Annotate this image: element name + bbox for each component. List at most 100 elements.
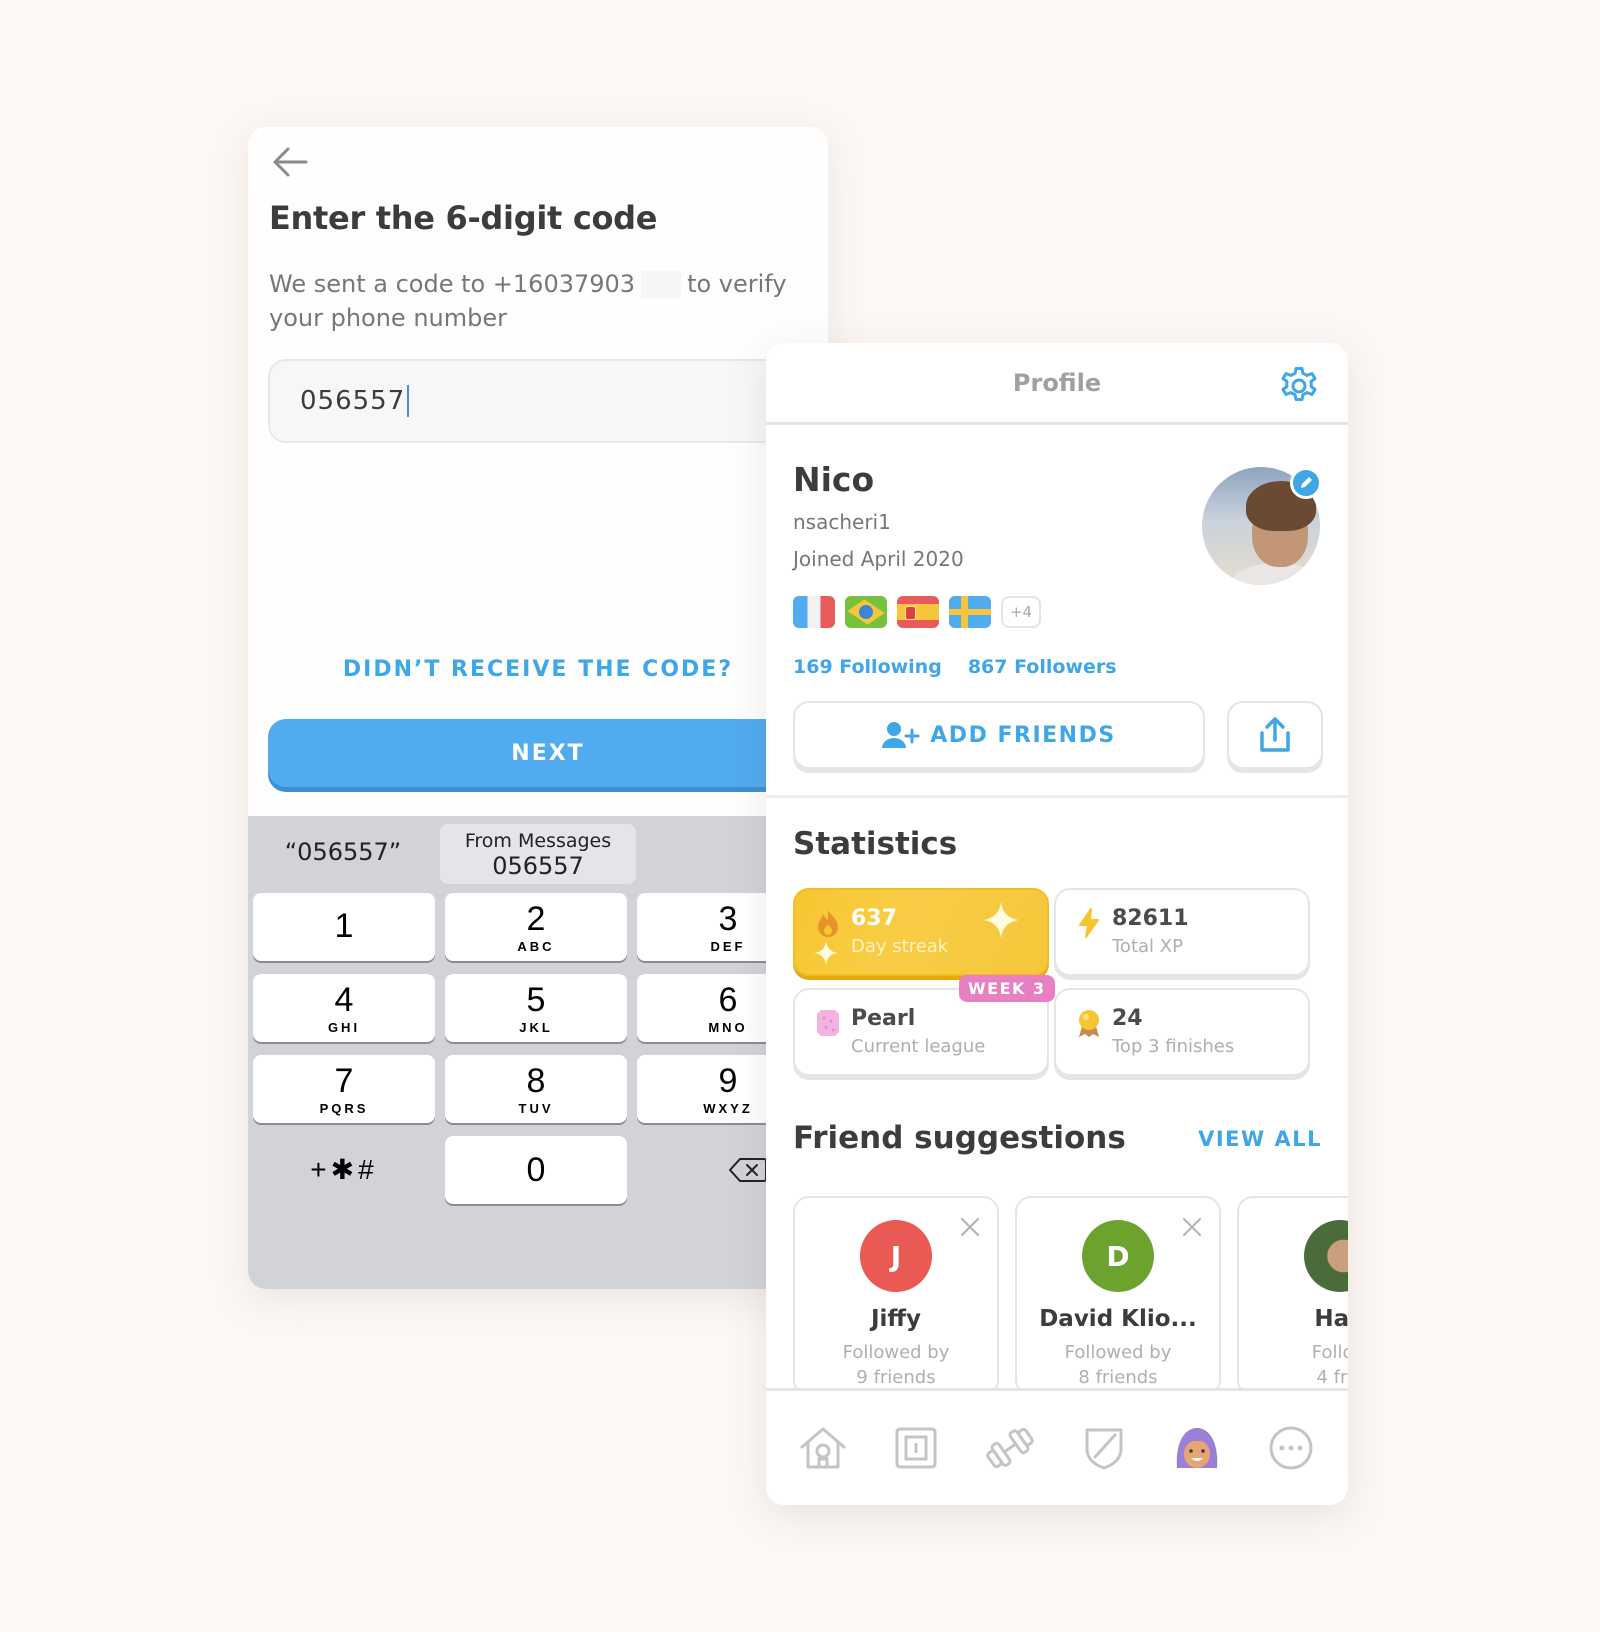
friend-suggestion-card[interactable]: J Jiffy Followed by 9 friends (793, 1196, 999, 1396)
stat-day-streak[interactable]: 637 Day streak (793, 888, 1049, 976)
add-friends-button[interactable]: ADD FRIENDS (793, 701, 1205, 769)
key-number: 5 (526, 980, 546, 1019)
view-all-link[interactable]: VIEW ALL (1198, 1127, 1322, 1151)
league-value: Pearl (851, 1006, 916, 1031)
close-icon[interactable] (959, 1216, 981, 1238)
flag-brazil-icon[interactable] (845, 596, 887, 628)
following-link[interactable]: 169 Following (793, 656, 942, 678)
lightning-icon (1079, 908, 1099, 938)
followers-link[interactable]: 867 Followers (968, 656, 1117, 678)
key-number: 3 (718, 899, 738, 938)
key-8[interactable]: 8 TUV (445, 1055, 627, 1123)
statistics-title: Statistics (793, 826, 958, 862)
key-number: 7 (334, 1061, 354, 1100)
key-1[interactable]: 1 (253, 893, 435, 961)
flag-sweden-icon[interactable] (949, 596, 991, 628)
xp-label: Total XP (1112, 936, 1183, 957)
code-input[interactable]: 056557 (268, 359, 828, 443)
add-person-icon (882, 722, 920, 748)
key-number: 8 (526, 1061, 546, 1100)
verification-screen: Enter the 6-digit code We sent a code to… (248, 127, 828, 1289)
close-icon[interactable] (1181, 1216, 1203, 1238)
edit-avatar-button[interactable] (1290, 467, 1322, 499)
next-button[interactable]: NEXT (268, 719, 828, 787)
flag-spain-icon[interactable] (897, 596, 939, 628)
key-letters: ABC (517, 938, 555, 954)
streak-label: Day streak (851, 936, 949, 957)
key-number: 0 (526, 1151, 546, 1189)
profile-header: Profile (766, 343, 1348, 425)
nav-tab-profile[interactable] (1169, 1420, 1225, 1476)
key-letters: GHI (327, 1019, 361, 1035)
header-title: Profile (1012, 369, 1102, 397)
suggestion-source: From Messages (464, 830, 612, 852)
nav-tab-practice[interactable] (982, 1420, 1038, 1476)
friend-suggestions-title: Friend suggestions (793, 1120, 1126, 1156)
key-number: 6 (718, 980, 738, 1019)
text-caret (407, 385, 410, 417)
profile-screen: Profile Nico nsacheri1 Joined April 2020… (766, 343, 1348, 1505)
key-7[interactable]: 7 PQRS (253, 1055, 435, 1123)
suggestion-code: 056557 (492, 852, 584, 880)
profile-name: Nico (793, 460, 875, 499)
mutuals-line-1: Follow (1311, 1342, 1348, 1363)
mutuals-line-2: 4 frie (1316, 1367, 1349, 1388)
friend-avatar-photo (1304, 1220, 1348, 1292)
keyboard-suggestion-quoted[interactable]: “056557” (248, 816, 438, 888)
stories-icon (895, 1427, 937, 1469)
backspace-icon (729, 1158, 767, 1182)
key-symbols[interactable]: +✱# (253, 1136, 435, 1204)
more-languages-badge[interactable]: +4 (1001, 596, 1041, 628)
mutuals-line-2: 9 friends (856, 1367, 936, 1388)
shield-icon (1085, 1428, 1123, 1470)
keyboard-suggestion-from-messages[interactable]: From Messages 056557 (440, 824, 636, 884)
profile-username: nsacheri1 (793, 510, 891, 534)
friend-mutuals: Followed by 8 friends (1017, 1340, 1219, 1390)
friend-avatar: D (1082, 1220, 1154, 1292)
back-arrow-icon[interactable] (270, 145, 310, 179)
friend-mutuals: Followed by 9 friends (795, 1340, 997, 1390)
friend-name: Han (1314, 1306, 1348, 1332)
top3-label: Top 3 finishes (1112, 1036, 1235, 1057)
mutuals-line-2: 8 friends (1078, 1367, 1158, 1388)
week-badge: WEEK 3 (959, 975, 1055, 1002)
xp-value: 82611 (1112, 906, 1189, 931)
redacted-digits (641, 271, 682, 299)
friend-mutuals: Follow 4 frie (1239, 1340, 1348, 1390)
stat-total-xp[interactable]: 82611 Total XP (1054, 888, 1310, 976)
friend-suggestion-card[interactable]: D David Klio... Followed by 8 friends (1015, 1196, 1221, 1396)
nav-tab-more[interactable] (1263, 1420, 1319, 1476)
friend-suggestion-card[interactable]: Han Follow 4 frie (1237, 1196, 1348, 1396)
stat-top3-finishes[interactable]: 24 Top 3 finishes (1054, 988, 1310, 1076)
share-profile-button[interactable] (1227, 701, 1323, 769)
nav-tab-home[interactable] (795, 1420, 851, 1476)
resend-code-link[interactable]: DIDN’T RECEIVE THE CODE? (248, 657, 828, 682)
streak-value: 637 (851, 906, 897, 931)
top3-value: 24 (1112, 1006, 1143, 1031)
friend-name: David Klio... (1039, 1306, 1197, 1332)
desc-prefix: We sent a code to +16037903 (269, 270, 636, 298)
add-friends-label: ADD FRIENDS (930, 722, 1116, 748)
sparkle-small-icon (814, 941, 838, 965)
friend-avatar: J (860, 1220, 932, 1292)
pearl-league-icon (817, 1010, 839, 1036)
key-5[interactable]: 5 JKL (445, 974, 627, 1042)
section-divider (766, 795, 1348, 798)
code-value: 056557 (300, 386, 406, 416)
mutuals-line-1: Followed by (842, 1342, 950, 1363)
key-4[interactable]: 4 GHI (253, 974, 435, 1042)
verification-description: We sent a code to +16037903 to verify you… (269, 267, 809, 335)
key-letters: PQRS (319, 1100, 369, 1116)
nav-tab-leagues[interactable] (1076, 1420, 1132, 1476)
key-2[interactable]: 2 ABC (445, 893, 627, 961)
medal-icon (1079, 1010, 1099, 1037)
league-label: Current league (851, 1036, 986, 1057)
dumbbell-icon (986, 1427, 1034, 1469)
flag-france-icon[interactable] (793, 596, 835, 628)
nav-tab-stories[interactable] (888, 1420, 944, 1476)
key-0[interactable]: 0 (445, 1136, 627, 1204)
follow-counts: 169 Following 867 Followers (793, 656, 1117, 678)
language-flags: +4 (793, 596, 1041, 628)
key-letters: DEF (710, 938, 746, 954)
settings-gear-icon[interactable] (1278, 365, 1320, 407)
